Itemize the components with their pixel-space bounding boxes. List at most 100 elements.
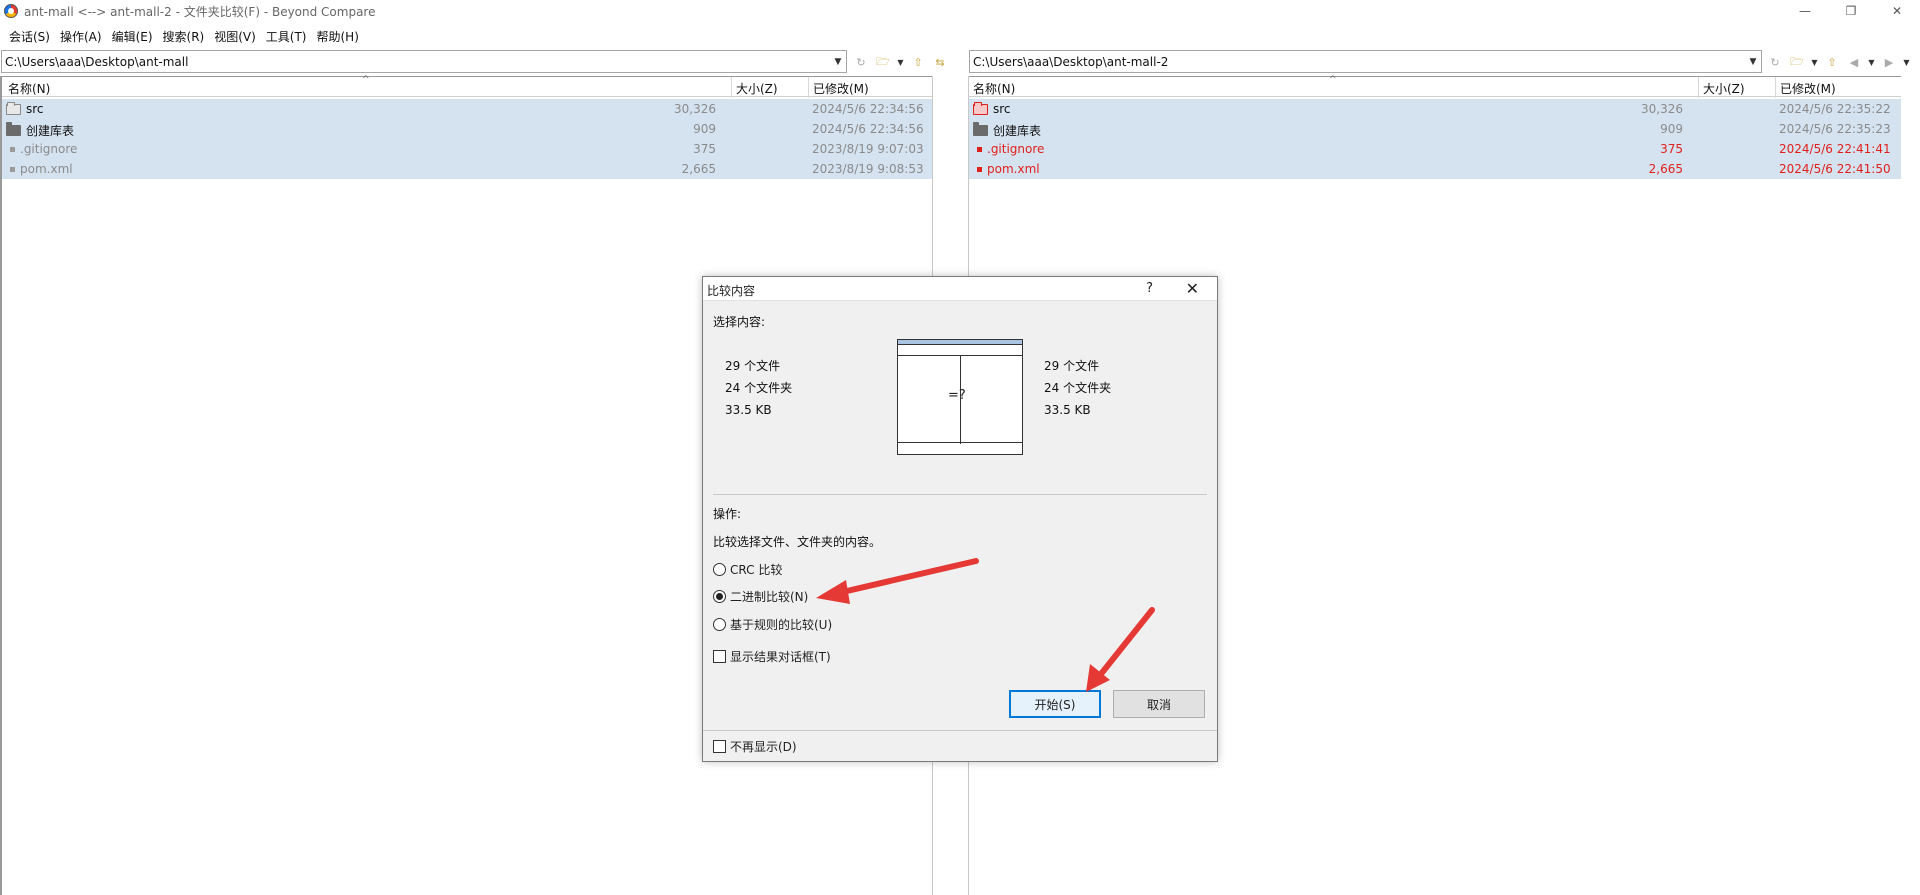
chevron-down-icon[interactable]: ▼	[1745, 57, 1761, 67]
file-name: pom.xml	[987, 162, 1040, 176]
show-results-label: 显示结果对话框(T)	[730, 650, 831, 664]
cancel-button[interactable]: 取消	[1113, 690, 1205, 718]
help-button[interactable]: ?	[1146, 281, 1153, 296]
file-date: 2024/5/6 22:35:22	[1779, 102, 1891, 116]
dialog-footer: 不再显示(D)	[703, 730, 1217, 761]
column-modified[interactable]: 已修改(M)	[813, 80, 869, 97]
menu-actions[interactable]: 操作(A)	[55, 28, 107, 45]
menu-search[interactable]: 搜索(R)	[158, 28, 210, 45]
folder-icon	[6, 122, 21, 136]
window-title: ant-mall <--> ant-mall-2 - 文件夹比较(F) - Be…	[24, 4, 376, 19]
file-name: 创建库表	[993, 124, 1042, 138]
rules-compare-option[interactable]: 基于规则的比较(U)	[713, 616, 832, 633]
dont-show-again-checkbox[interactable]: 不再显示(D)	[713, 738, 797, 755]
beyond-compare-logo-icon	[4, 4, 18, 18]
rules-compare-label: 基于规则的比较(U)	[730, 618, 833, 632]
right-file-count: 29 个文件	[1044, 359, 1100, 373]
column-name[interactable]: 名称(N)	[973, 80, 1015, 97]
chevron-down-icon[interactable]: ▼	[830, 57, 846, 67]
file-name: 创建库表	[26, 124, 75, 138]
close-window-button[interactable]: ✕	[1874, 0, 1920, 22]
operation-description: 比较选择文件、文件夹的内容。	[713, 535, 882, 549]
right-path-input[interactable]: C:\Users\aaa\Desktop\ant-mall-2 ▼	[969, 50, 1762, 73]
column-size[interactable]: 大小(Z)	[736, 80, 778, 97]
left-column-header: 名称(N) ^ 大小(Z) 已修改(M)	[2, 75, 932, 98]
menu-view[interactable]: 视图(V)	[209, 28, 261, 45]
history-icon[interactable]: ↻	[1766, 53, 1784, 71]
menu-bar: 会话(S) 操作(A) 编辑(E) 搜索(R) 视图(V) 工具(T) 帮助(H…	[0, 25, 364, 47]
parent-folder-icon[interactable]: ⇧	[909, 53, 927, 71]
menu-tools[interactable]: 工具(T)	[261, 28, 312, 45]
compare-contents-dialog: 比较内容 ? ✕ 选择内容: 29 个文件 24 个文件夹 33.5 KB =?…	[702, 276, 1218, 762]
dialog-close-button[interactable]: ✕	[1186, 279, 1199, 298]
left-selection-stats: 29 个文件 24 个文件夹 33.5 KB	[725, 355, 792, 421]
column-modified[interactable]: 已修改(M)	[1780, 80, 1836, 97]
crc-compare-option[interactable]: CRC 比较	[713, 561, 782, 578]
select-contents-label: 选择内容:	[713, 315, 766, 329]
checkbox[interactable]	[713, 650, 726, 663]
show-results-checkbox[interactable]: 显示结果对话框(T)	[713, 648, 831, 665]
left-path-toolbar: ↻ 🗁 ▼ ⇧ ⇆	[852, 51, 949, 73]
menu-session[interactable]: 会话(S)	[4, 28, 55, 45]
folder-icon	[973, 101, 988, 115]
table-row[interactable]: 创建库表 909 2024/5/6 22:35:23	[969, 119, 1901, 139]
start-button[interactable]: 开始(S)	[1009, 690, 1101, 718]
radio-button[interactable]	[713, 563, 726, 576]
file-icon	[10, 166, 15, 172]
table-row[interactable]: .gitignore 375 2023/8/19 9:07:03	[2, 139, 932, 159]
right-path-text: C:\Users\aaa\Desktop\ant-mall-2	[973, 54, 1169, 69]
table-row[interactable]: .gitignore 375 2024/5/6 22:41:41	[969, 139, 1901, 159]
parent-folder-icon[interactable]: ⇧	[1823, 53, 1841, 71]
back-icon[interactable]: ◀	[1845, 53, 1863, 71]
table-row[interactable]: 创建库表 909 2024/5/6 22:34:56	[2, 119, 932, 139]
file-date: 2024/5/6 22:41:41	[1779, 142, 1891, 156]
table-row[interactable]: pom.xml 2,665 2024/5/6 22:41:50	[969, 159, 1901, 179]
chevron-down-icon[interactable]: ▼	[1810, 53, 1819, 71]
file-size: 2,665	[681, 162, 716, 176]
table-row[interactable]: src 30,326 2024/5/6 22:35:22	[969, 99, 1901, 119]
table-row[interactable]: pom.xml 2,665 2023/8/19 9:08:53	[2, 159, 932, 179]
column-separator[interactable]	[1698, 77, 1699, 98]
right-path-toolbar: ↻ 🗁 ▼ ⇧ ◀ ▼ ▶ ▼	[1766, 51, 1911, 73]
dont-show-again-label: 不再显示(D)	[730, 740, 797, 754]
file-icon	[10, 146, 15, 152]
file-date: 2023/8/19 9:08:53	[812, 162, 924, 176]
title-bar: ant-mall <--> ant-mall-2 - 文件夹比较(F) - Be…	[0, 0, 1920, 22]
file-size: 375	[1660, 142, 1683, 156]
radio-button-selected[interactable]	[713, 590, 726, 603]
file-size: 30,326	[674, 102, 716, 116]
sort-ascending-icon: ^	[362, 75, 370, 85]
open-folder-icon[interactable]: 🗁	[874, 53, 892, 71]
column-separator[interactable]	[808, 77, 809, 98]
file-date: 2024/5/6 22:34:56	[812, 122, 924, 136]
history-icon[interactable]: ↻	[852, 53, 870, 71]
right-file-list: src 30,326 2024/5/6 22:35:22 创建库表 909 20…	[969, 99, 1901, 179]
restore-button[interactable]: ❐	[1828, 0, 1874, 22]
file-name: .gitignore	[20, 142, 78, 156]
radio-button[interactable]	[713, 618, 726, 631]
menu-help[interactable]: 帮助(H)	[312, 28, 364, 45]
column-separator[interactable]	[1775, 77, 1776, 98]
swap-folder-icon[interactable]: ⇆	[931, 53, 949, 71]
binary-compare-option[interactable]: 二进制比较(N)	[713, 588, 808, 605]
menu-edit[interactable]: 编辑(E)	[107, 28, 158, 45]
left-path-input[interactable]: C:\Users\aaa\Desktop\ant-mall ▼	[1, 50, 847, 73]
column-name[interactable]: 名称(N)	[8, 80, 50, 97]
chevron-down-icon[interactable]: ▼	[896, 53, 905, 71]
left-file-list: src 30,326 2024/5/6 22:34:56 创建库表 909 20…	[2, 99, 932, 179]
compare-illustration: =?	[897, 339, 1023, 455]
table-row[interactable]: src 30,326 2024/5/6 22:34:56	[2, 99, 932, 119]
file-icon	[977, 146, 982, 152]
open-folder-icon[interactable]: 🗁	[1788, 53, 1806, 71]
dialog-title: 比较内容	[707, 284, 756, 298]
chevron-down-icon[interactable]: ▼	[1902, 53, 1911, 71]
compare-symbol: =?	[948, 388, 966, 403]
forward-icon[interactable]: ▶	[1880, 53, 1898, 71]
illustration-toolbar	[898, 345, 1022, 356]
file-size: 30,326	[1641, 102, 1683, 116]
column-size[interactable]: 大小(Z)	[1703, 80, 1745, 97]
checkbox[interactable]	[713, 740, 726, 753]
column-separator[interactable]	[731, 77, 732, 98]
chevron-down-icon[interactable]: ▼	[1867, 53, 1876, 71]
minimize-button[interactable]: —	[1782, 0, 1828, 22]
